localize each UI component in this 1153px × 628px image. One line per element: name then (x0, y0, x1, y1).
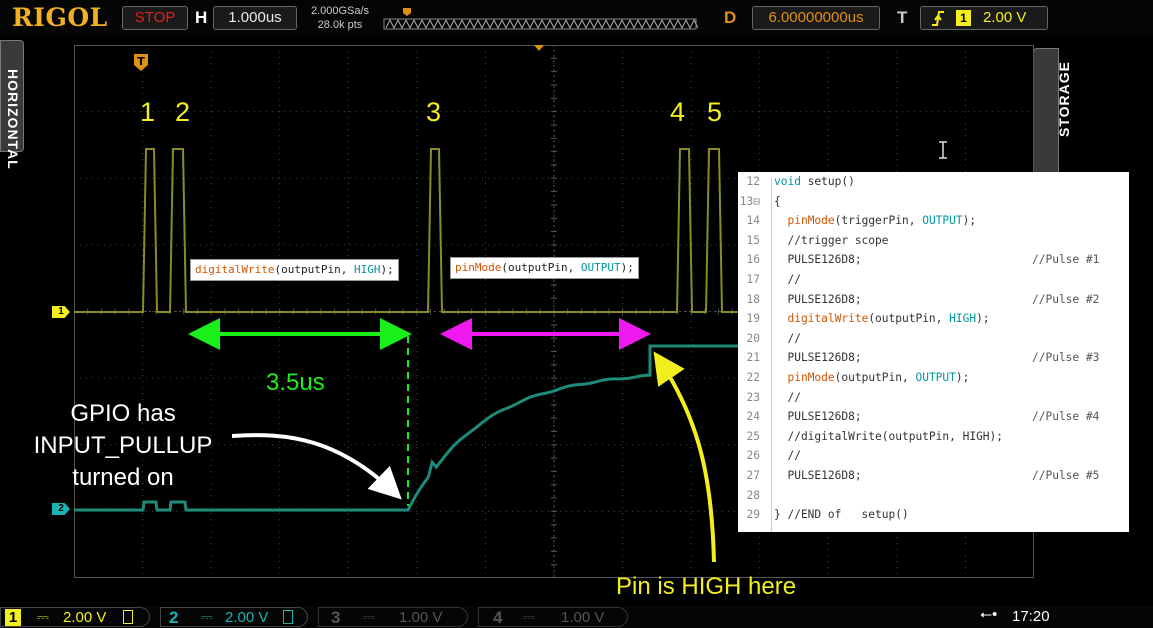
dc-coupling-icon: ⎓ (363, 609, 375, 626)
code-line: 21 PULSE126D8; //Pulse #3 (738, 348, 1129, 367)
code-text: pinMode(triggerPin, OUTPUT); (787, 214, 977, 228)
channel-status-bar: 1 ⎓ 2.00 V 2 ⎓ 2.00 V 3 ⎓ 1.00 V 4 ⎓ 1.0… (0, 606, 1153, 628)
code-comment: //Pulse #3 (1032, 351, 1100, 365)
line-number: 24 (746, 410, 760, 424)
impedance-icon (123, 610, 133, 624)
code-text: void setup() (774, 175, 855, 188)
code-comment: //Pulse #1 (1032, 253, 1100, 267)
code-text: pinMode(outputPin, OUTPUT); (787, 371, 970, 384)
duration-label: 3.5us (266, 369, 325, 396)
line-number: 14 (746, 214, 760, 228)
text-cursor-icon (939, 141, 947, 159)
code-text: digitalWrite(outputPin, HIGH); (787, 312, 990, 326)
channel-4-scale: 1.00 V (561, 609, 605, 626)
line-number: 13⊟ (739, 194, 760, 208)
code-line: 18 PULSE126D8; //Pulse #2 (738, 290, 1129, 309)
code-text: { (774, 194, 781, 208)
code-text: //trigger scope (774, 233, 889, 247)
code-line: 23 // (738, 388, 1129, 407)
gpio-note: GPIO has INPUT_PULLUP turned on (18, 398, 228, 494)
code-text: } //END of setup() (774, 508, 909, 522)
code-comment: //Pulse #5 (1032, 469, 1100, 482)
code-line: 27 PULSE126D8; //Pulse #5 (738, 466, 1129, 485)
line-number: 15 (746, 233, 760, 247)
channel-3-scale: 1.00 V (399, 609, 443, 626)
code-line: 20 // (738, 329, 1129, 348)
line-number: 22 (746, 371, 760, 384)
channel-3-status[interactable]: 3 ⎓ 1.00 V (318, 607, 468, 627)
gpio-note-line-2: INPUT_PULLUP (33, 432, 213, 459)
code-text: // (774, 331, 801, 345)
code-text: // (774, 449, 801, 463)
pin-high-pointer-arrow (653, 351, 716, 563)
code-line: 26 // (738, 446, 1129, 465)
line-number: 18 (746, 292, 760, 306)
line-number: 20 (746, 331, 760, 345)
code-line: 22 pinMode(outputPin, OUTPUT); (738, 368, 1129, 387)
impedance-icon (283, 610, 293, 624)
channel-1-status[interactable]: 1 ⎓ 2.00 V (0, 607, 150, 627)
line-number: 16 (746, 253, 760, 267)
dc-coupling-icon: ⎓ (523, 609, 535, 626)
code-line: 15 //trigger scope (738, 231, 1129, 250)
line-number: 26 (746, 449, 760, 463)
code-text: // (774, 390, 801, 404)
pin-high-label: Pin is HIGH here (616, 573, 797, 600)
channel-2-status[interactable]: 2 ⎓ 2.00 V (160, 607, 308, 627)
channel-2-scale: 2.00 V (225, 609, 269, 626)
code-line: 29 } //END of setup() (738, 505, 1129, 524)
code-line: 28 (738, 486, 1129, 505)
code-text: PULSE126D8; (774, 253, 862, 267)
dc-coupling-icon: ⎓ (201, 609, 213, 626)
line-number: 25 (746, 429, 760, 443)
line-number: 12 (746, 175, 760, 188)
line-number: 17 (746, 273, 760, 286)
line-number: 19 (746, 312, 760, 326)
code-text: PULSE126D8; (774, 410, 862, 424)
channel-4-status[interactable]: 4 ⎓ 1.00 V (478, 607, 628, 627)
gpio-pointer-arrow (231, 433, 402, 500)
line-number: 29 (746, 508, 760, 522)
code-line: 24 PULSE126D8; //Pulse #4 (738, 407, 1129, 426)
line-number: 27 (746, 469, 760, 482)
channel-2-number: 2 (169, 608, 179, 627)
line-number: 21 (746, 351, 760, 365)
code-line: 25 //digitalWrite(outputPin, HIGH); (738, 427, 1129, 446)
channel-3-number: 3 (331, 608, 341, 627)
line-number: 23 (746, 390, 760, 404)
line-number: 28 (746, 488, 760, 502)
code-text: // (774, 273, 801, 286)
code-text: PULSE126D8; (774, 292, 862, 306)
code-text: //digitalWrite(outputPin, HIGH); (774, 429, 1004, 443)
code-panel: 12 void setup() 13⊟ {14 pinMode(triggerPin,… (738, 172, 1129, 532)
code-line: 19 digitalWrite(outputPin, HIGH); (738, 309, 1129, 328)
code-line: 13⊟ { (738, 192, 1129, 211)
code-text: PULSE126D8; (774, 351, 862, 365)
code-line: 16 PULSE126D8; //Pulse #1 (738, 250, 1129, 269)
code-line: 14 pinMode(triggerPin, OUTPUT); (738, 211, 1129, 230)
code-line: 17 // (738, 270, 1129, 289)
dc-coupling-icon: ⎓ (37, 609, 49, 626)
channel-1-number: 1 (5, 609, 21, 626)
code-text: PULSE126D8; (774, 469, 862, 482)
code-line: 12 void setup() (738, 172, 1129, 191)
code-comment: //Pulse #2 (1032, 292, 1100, 306)
channel-1-scale: 2.00 V (63, 609, 107, 626)
code-comment: //Pulse #4 (1032, 410, 1100, 424)
clock-time: 17:20 (1012, 608, 1050, 625)
channel-4-number: 4 (493, 608, 503, 627)
gpio-note-line-1: GPIO has (70, 400, 176, 427)
usb-icon: ⭠• (980, 606, 998, 623)
gpio-note-line-3: turned on (72, 464, 174, 491)
